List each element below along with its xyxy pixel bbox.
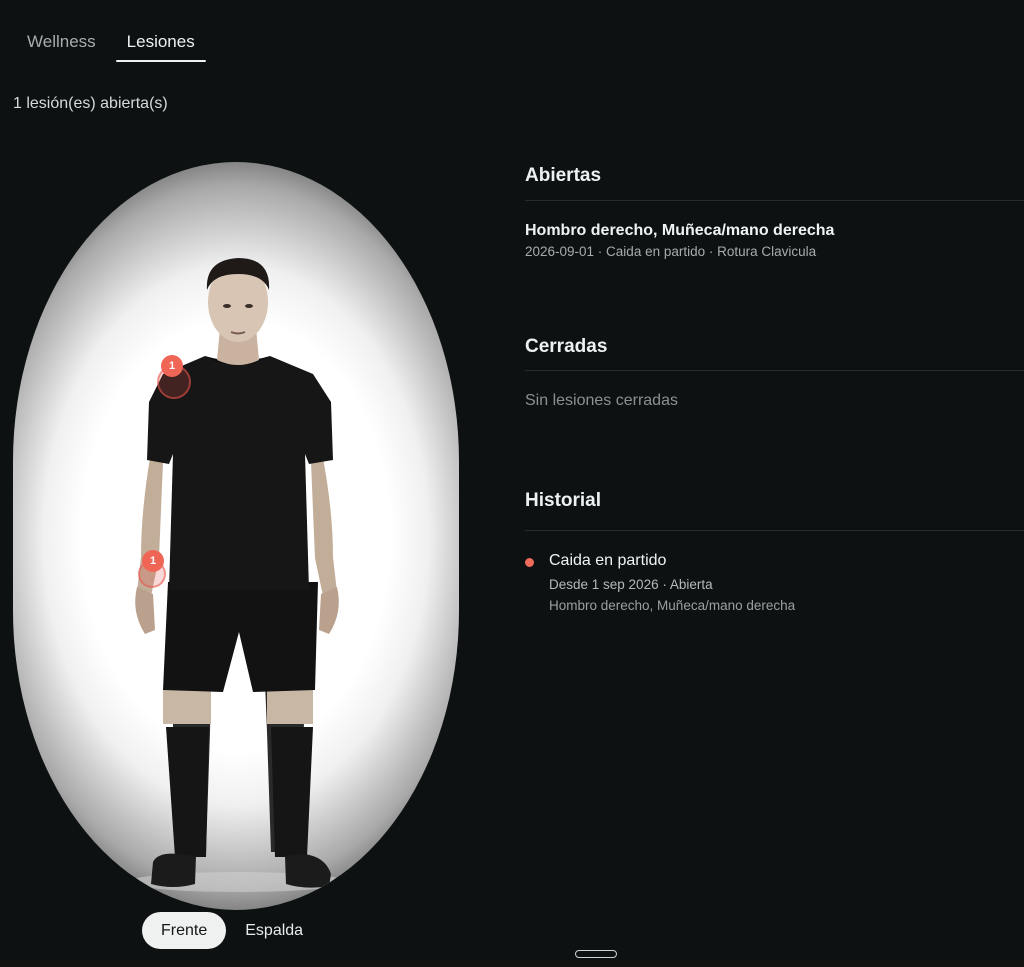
divider xyxy=(525,200,1024,201)
open-injuries-summary: 1 lesión(es) abierta(s) xyxy=(13,95,168,112)
body-map: 1 1 xyxy=(13,162,459,910)
home-indicator xyxy=(575,950,617,958)
tab-wellness[interactable]: Wellness xyxy=(16,22,107,62)
open-injury-title[interactable]: Hombro derecho, Muñeca/mano derecha xyxy=(525,222,834,240)
injury-marker-shoulder[interactable]: 1 xyxy=(157,355,191,399)
closed-section-title: Cerradas xyxy=(525,336,608,357)
closed-empty-text: Sin lesiones cerradas xyxy=(525,392,678,409)
injury-count-badge: 1 xyxy=(142,550,164,572)
body-view-toggle: Frente Espalda xyxy=(142,912,322,949)
injuries-screen: Wellness Lesiones 1 lesión(es) abierta(s… xyxy=(0,0,1024,967)
history-section-title: Historial xyxy=(525,490,602,511)
tab-bar: Wellness Lesiones xyxy=(16,22,206,62)
history-status-dot xyxy=(525,558,534,567)
history-item-title[interactable]: Caida en partido xyxy=(549,552,666,570)
open-injury-meta: 2026-09-01 · Caida en partido · Rotura C… xyxy=(525,244,817,259)
injury-marker-wrist[interactable]: 1 xyxy=(138,550,166,588)
divider xyxy=(525,370,1024,371)
injury-count-badge: 1 xyxy=(161,355,183,377)
open-section-title: Abiertas xyxy=(525,165,602,186)
divider xyxy=(525,530,1024,531)
history-item-areas: Hombro derecho, Muñeca/mano derecha xyxy=(549,598,796,613)
tab-lesiones[interactable]: Lesiones xyxy=(115,22,206,62)
bottom-strip xyxy=(0,960,1024,967)
view-back-button[interactable]: Espalda xyxy=(226,912,322,949)
player-figure-illustration xyxy=(128,258,348,892)
view-front-button[interactable]: Frente xyxy=(142,912,227,949)
history-item-dates: Desde 1 sep 2026 · Abierta xyxy=(549,577,713,592)
